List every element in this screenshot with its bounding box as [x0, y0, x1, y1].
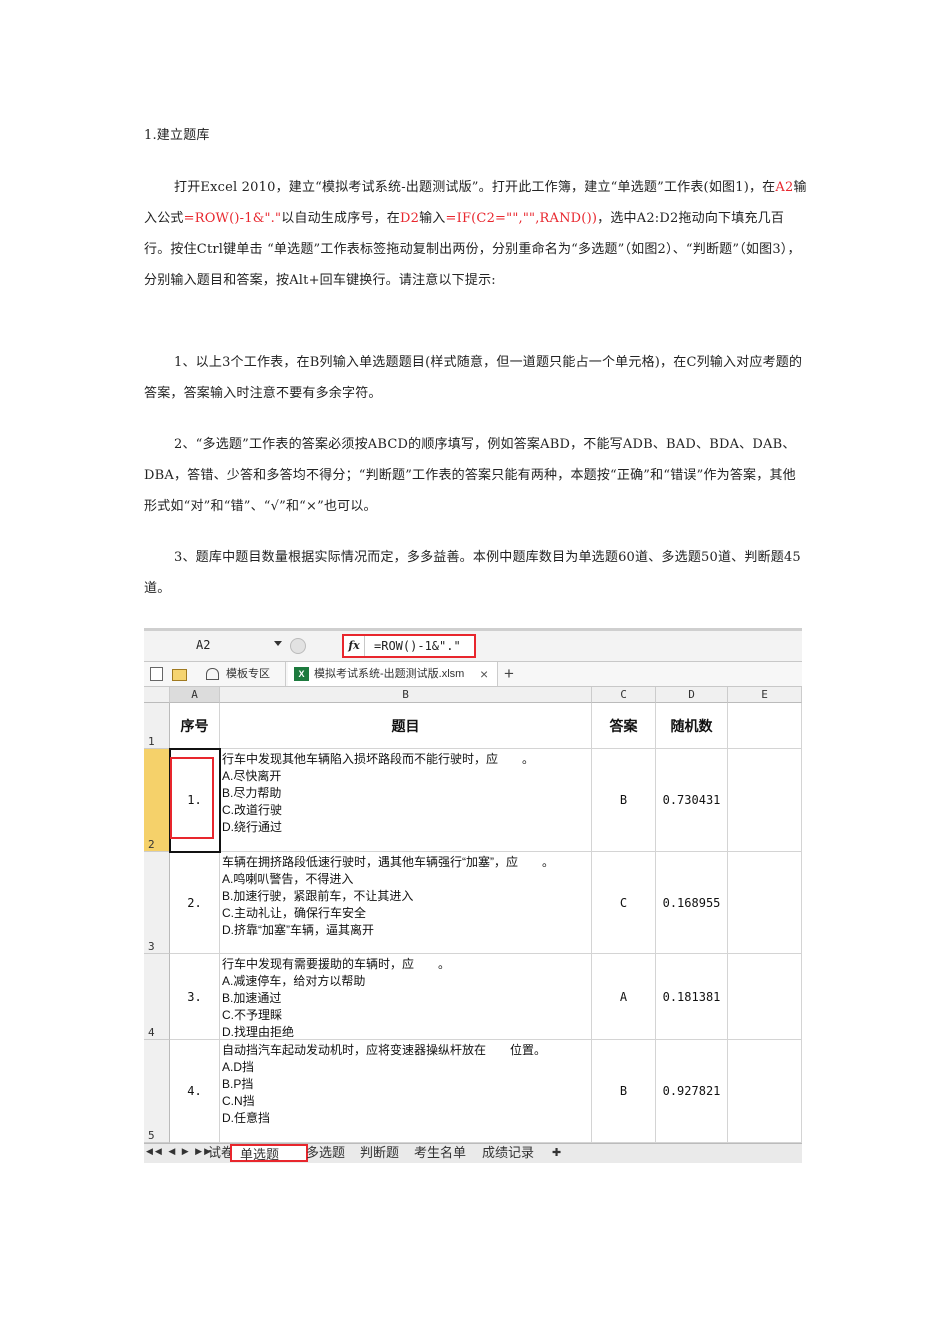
insert-sheet-icon[interactable]: ✚ [544, 1144, 569, 1162]
header-cell-answer[interactable]: 答案 [592, 703, 656, 749]
excel-file-icon: X [294, 667, 309, 681]
column-header-e[interactable]: E [728, 687, 802, 703]
empty-cell[interactable] [728, 954, 802, 1040]
cell-random[interactable]: 0.181381 [656, 954, 728, 1040]
section-heading: 1.建立题库 [144, 128, 210, 143]
column-header-d[interactable]: D [656, 687, 728, 703]
row-header[interactable]: 4 [144, 954, 170, 1040]
empty-cell[interactable] [728, 1040, 802, 1143]
cell-question[interactable]: 行车中发现有需要援助的车辆时，应 。 A.减速停车，给对方以帮助 B.加速通过 … [220, 954, 592, 1040]
cancel-circle-icon[interactable] [290, 638, 306, 654]
row-header[interactable]: 3 [144, 852, 170, 954]
header-cell-random[interactable]: 随机数 [656, 703, 728, 749]
sheet-tab[interactable]: 考生名单 [406, 1144, 474, 1162]
name-box[interactable]: A2 [144, 635, 284, 655]
sheet-tab-active[interactable]: 单选题 [230, 1144, 308, 1162]
paragraph-1: 打开Excel 2010，建立“模拟考试系统-出题测试版”。打开此工作簿，建立“… [144, 180, 807, 288]
tab-workbook[interactable]: 模拟考试系统-出题测试版.xlsm [288, 662, 498, 686]
sheet-tab[interactable]: 多选题 [298, 1144, 353, 1162]
spreadsheet-grid: A B C D E 1 序号 题目 答案 随机数 2 1. 行车中发现其他车辆陷… [144, 687, 802, 1143]
cell-seq[interactable]: 3. [170, 954, 220, 1040]
add-tab-icon[interactable]: + [504, 662, 514, 686]
cell-question[interactable]: 车辆在拥挤路段低速行驶时，遇其他车辆强行“加塞”，应 。 A.鸣喇叭警告，不得进… [220, 852, 592, 954]
cell-answer[interactable]: C [592, 852, 656, 954]
row-header[interactable]: 5 [144, 1040, 170, 1143]
cell-random[interactable]: 0.730431 [656, 749, 728, 852]
empty-cell[interactable] [728, 749, 802, 852]
cell-random[interactable]: 0.168955 [656, 852, 728, 954]
paragraph-4: 3、题库中题目数量根据实际情况而定，多多益善。本例中题库数目为单选题60道、多选… [144, 550, 801, 596]
cell-answer[interactable]: B [592, 749, 656, 852]
document-tabbar: 模板专区 模拟考试系统-出题测试版.xlsm X × + [144, 662, 802, 687]
sheet-tab[interactable]: 判断题 [352, 1144, 407, 1162]
formula-bar: A2 fx =ROW()-1&"." [144, 631, 802, 662]
formula-text: =ROW()-1&"." [374, 639, 461, 653]
new-document-icon[interactable] [150, 667, 163, 681]
empty-cell[interactable] [728, 703, 802, 749]
paragraph-3: 2、“多选题”工作表的答案必须按ABCD的顺序填写，例如答案ABD，不能写ADB… [144, 437, 796, 514]
home-icon [206, 668, 219, 680]
column-header-a[interactable]: A [170, 687, 220, 703]
select-all-corner[interactable] [144, 687, 170, 703]
column-header-c[interactable]: C [592, 687, 656, 703]
cell-seq[interactable]: 4. [170, 1040, 220, 1143]
close-icon[interactable]: × [480, 662, 488, 686]
header-cell-seq[interactable]: 序号 [170, 703, 220, 749]
highlight-box [170, 757, 214, 839]
row-header[interactable]: 1 [144, 703, 170, 749]
excel-screenshot: A2 fx =ROW()-1&"." 模板专区 模拟考试系统-出题测试版.xls… [144, 628, 802, 1163]
header-cell-question[interactable]: 题目 [220, 703, 592, 749]
sheet-tab[interactable]: 成绩记录 [474, 1144, 542, 1162]
paragraph-2: 1、以上3个工作表，在B列输入单选题题目(样式随意，但一道题只能占一个单元格)，… [144, 355, 803, 401]
row-header[interactable]: 2 [144, 749, 170, 852]
cell-question[interactable]: 行车中发现其他车辆陷入损坏路段而不能行驶时，应 。 A.尽快离开 B.尽力帮助 … [220, 749, 592, 852]
chevron-down-icon[interactable] [274, 641, 282, 646]
function-icon[interactable]: fx [344, 636, 365, 656]
column-header-b[interactable]: B [220, 687, 592, 703]
cell-question[interactable]: 自动挡汽车起动发动机时，应将变速器操纵杆放在 位置。 A.D挡 B.P挡 C.N… [220, 1040, 592, 1143]
cell-random[interactable]: 0.927821 [656, 1040, 728, 1143]
folder-icon[interactable] [172, 669, 187, 681]
cell-answer[interactable]: B [592, 1040, 656, 1143]
cell-answer[interactable]: A [592, 954, 656, 1040]
empty-cell[interactable] [728, 852, 802, 954]
cell-seq[interactable]: 2. [170, 852, 220, 954]
formula-input[interactable]: fx =ROW()-1&"." [342, 634, 476, 658]
sheet-tabs: ◀◀ ◀ ▶ ▶▶ 试卷 单选题 多选题 判断题 考生名单 成绩记录 ✚ [144, 1143, 802, 1163]
